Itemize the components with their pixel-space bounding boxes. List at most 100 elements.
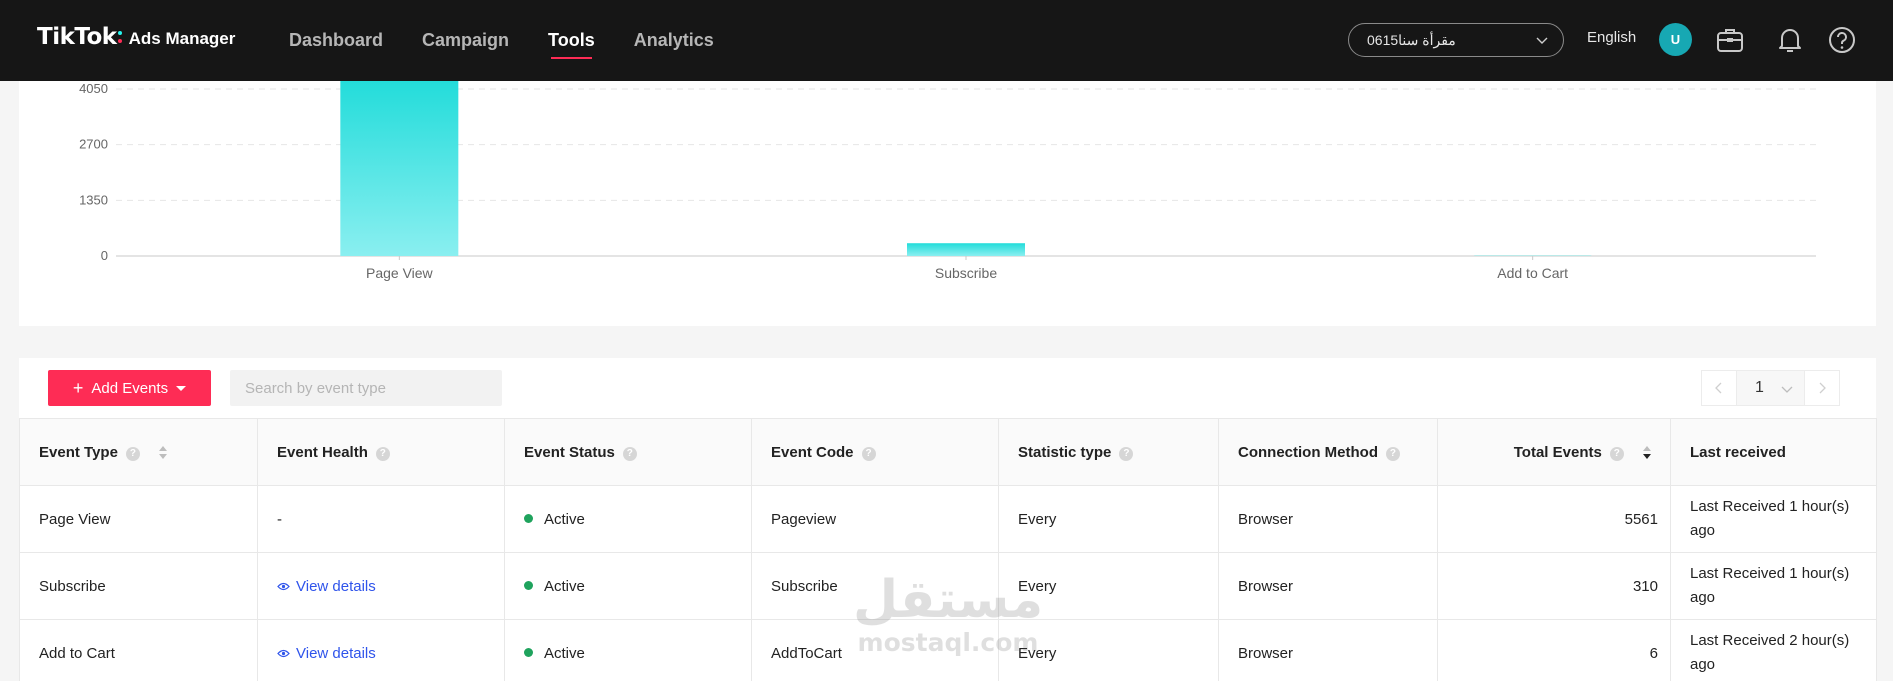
col-label: Event Health <box>277 443 368 461</box>
nav-campaign[interactable]: Campaign <box>422 0 509 81</box>
help-icon[interactable] <box>1825 23 1859 57</box>
total-events-cell: 5561 <box>1437 485 1671 553</box>
logo-colon-mark <box>117 30 123 44</box>
last-received-cell: Last Received 2 hour(s) ago <box>1670 619 1877 681</box>
events-bar-chart: 0 1350 2700 4050 Page View Subscribe Add to Ca… <box>79 81 1816 281</box>
statistic-type-cell: Every <box>998 552 1219 620</box>
help-icon[interactable]: ? <box>1385 446 1400 461</box>
y-tick-label: 2700 <box>79 137 108 152</box>
event-status-cell: Active <box>504 552 752 620</box>
y-tick-label: 4050 <box>79 81 108 96</box>
chevron-right-icon <box>1819 382 1826 394</box>
col-label: Event Code <box>771 443 854 461</box>
x-tick-label: Page View <box>366 265 434 281</box>
help-icon[interactable]: ? <box>125 446 140 461</box>
event-status-cell: Active <box>504 485 752 553</box>
nav-analytics[interactable]: Analytics <box>634 0 714 81</box>
chevron-down-icon <box>1781 386 1793 393</box>
col-last-received: Last received <box>1670 418 1877 486</box>
plus-icon: + <box>72 378 84 398</box>
last-received-cell: Last Received 1 hour(s) ago <box>1670 552 1877 620</box>
table-row[interactable]: Page View - Active Pageview Every Browse… <box>19 485 1877 553</box>
total-events-cell: 310 <box>1437 552 1671 620</box>
top-navigation-bar: TikTok Ads Manager Dashboard Campaign To… <box>0 0 1893 81</box>
add-events-label: Add Events <box>91 379 169 397</box>
y-tick-label: 1350 <box>79 192 108 207</box>
status-text: Active <box>544 577 585 595</box>
col-label: Total Events <box>1513 443 1602 461</box>
next-page-button[interactable] <box>1804 370 1840 406</box>
col-label: Event Type <box>39 443 118 461</box>
event-code-cell: Pageview <box>751 485 999 553</box>
nav-dashboard[interactable]: Dashboard <box>289 0 383 81</box>
status-dot <box>524 513 533 523</box>
view-details-link[interactable]: View details <box>277 578 376 595</box>
connection-method-cell: Browser <box>1218 619 1438 681</box>
pagination: 1 <box>1701 370 1840 406</box>
eye-icon <box>277 649 290 657</box>
view-details-label: View details <box>296 644 376 662</box>
status-text: Active <box>544 644 585 662</box>
table-header-row: Event Type? Event Health? Event Status? … <box>19 418 1877 486</box>
view-details-label: View details <box>296 577 376 595</box>
help-icon[interactable]: ? <box>1609 446 1624 461</box>
language-switch[interactable]: English <box>1587 29 1636 46</box>
col-event-health: Event Health? <box>257 418 505 486</box>
chevron-down-icon <box>1536 37 1548 44</box>
bar-page-view[interactable] <box>340 81 459 256</box>
help-icon[interactable]: ? <box>375 446 390 461</box>
status-dot <box>524 580 533 590</box>
event-code-cell: Subscribe <box>751 552 999 620</box>
main-nav: Dashboard Campaign Tools Analytics <box>289 0 753 81</box>
event-code-cell: AddToCart <box>751 619 999 681</box>
eye-icon <box>277 582 290 590</box>
briefcase-icon[interactable] <box>1713 23 1747 57</box>
event-type-cell: Page View <box>19 485 258 553</box>
add-events-button[interactable]: + Add Events <box>48 370 211 406</box>
current-page: 1 <box>1755 379 1764 396</box>
status-text: Active <box>544 510 585 528</box>
event-health-cell: View details <box>257 619 505 681</box>
nav-tools[interactable]: Tools <box>548 0 595 81</box>
event-type-search-input[interactable] <box>230 370 502 406</box>
total-events-cell: 6 <box>1437 619 1671 681</box>
bell-icon[interactable] <box>1773 23 1807 57</box>
caret-down-icon <box>176 385 187 391</box>
statistic-type-cell: Every <box>998 485 1219 553</box>
account-selector[interactable]: مقرأة سنا0615 <box>1348 23 1564 57</box>
event-type-cell: Subscribe <box>19 552 258 620</box>
help-icon[interactable]: ? <box>1119 446 1134 461</box>
table-row[interactable]: Add to Cart View details Active AddToCar… <box>19 619 1877 681</box>
statistic-type-cell: Every <box>998 619 1219 681</box>
col-connection-method: Connection Method? <box>1218 418 1438 486</box>
status-dot <box>524 647 533 657</box>
events-table: Event Type? Event Health? Event Status? … <box>19 418 1877 681</box>
prev-page-button[interactable] <box>1701 370 1737 406</box>
avatar[interactable]: U <box>1659 23 1692 56</box>
last-received-cell: Last Received 1 hour(s) ago <box>1670 485 1877 553</box>
col-statistic-type: Statistic type? <box>998 418 1219 486</box>
view-details-link[interactable]: View details <box>277 645 376 662</box>
col-event-type[interactable]: Event Type? <box>19 418 258 486</box>
logo-brand: TikTok <box>37 24 117 50</box>
sort-desc-icon[interactable] <box>1642 445 1652 460</box>
y-tick-label: 0 <box>101 248 108 263</box>
chevron-left-icon <box>1715 382 1722 394</box>
bar-subscribe[interactable] <box>907 243 1025 256</box>
col-event-status: Event Status? <box>504 418 752 486</box>
page-select[interactable]: 1 <box>1737 370 1804 406</box>
tiktok-ads-manager-logo[interactable]: TikTok Ads Manager <box>37 24 235 50</box>
event-health-cell: View details <box>257 552 505 620</box>
table-row[interactable]: Subscribe View details Active Subscribe … <box>19 552 1877 620</box>
account-name: مقرأة سنا0615 <box>1367 31 1456 48</box>
event-type-cell: Add to Cart <box>19 619 258 681</box>
x-tick-label: Subscribe <box>935 265 997 281</box>
sort-both-icon[interactable] <box>158 445 168 460</box>
help-icon[interactable]: ? <box>622 446 637 461</box>
connection-method-cell: Browser <box>1218 485 1438 553</box>
col-total-events[interactable]: Total Events? <box>1437 418 1671 486</box>
col-event-code: Event Code? <box>751 418 999 486</box>
help-icon[interactable]: ? <box>861 446 876 461</box>
col-label: Statistic type <box>1018 443 1112 461</box>
connection-method-cell: Browser <box>1218 552 1438 620</box>
